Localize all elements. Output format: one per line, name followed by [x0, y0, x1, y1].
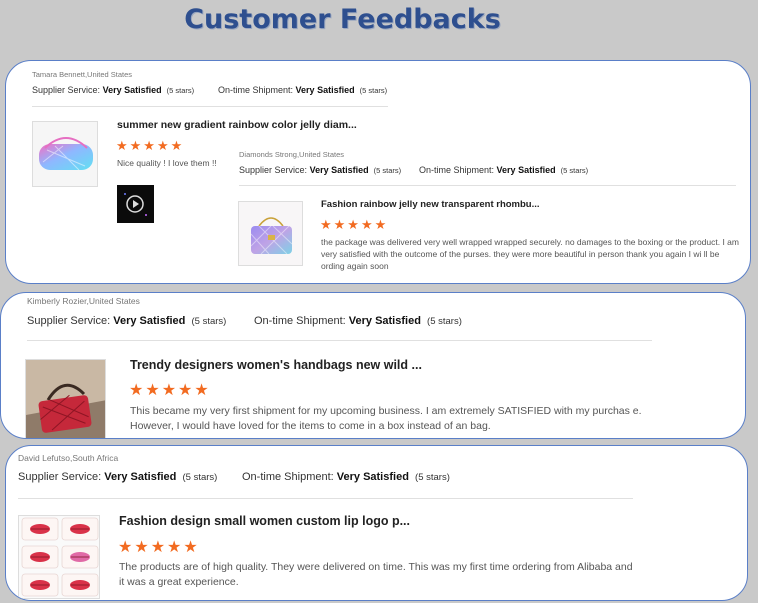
- star-rating: ★★★★★: [320, 217, 389, 232]
- divider: [239, 185, 736, 186]
- shipment-rating: On-time Shipment: Very Satisfied (5 star…: [254, 315, 462, 327]
- divider: [27, 340, 652, 341]
- shipment-rating: On-time Shipment: Very Satisfied (5 star…: [242, 471, 450, 483]
- shipment-rating: On-time Shipment: Very Satisfied (5 star…: [419, 165, 589, 175]
- supplier-rating: Supplier Service: Very Satisfied (5 star…: [32, 85, 195, 95]
- review-text: Nice quality ! I love them !!: [117, 158, 217, 168]
- shipment-rating: On-time Shipment: Very Satisfied (5 star…: [218, 85, 388, 95]
- review-card: Tamara Bennett,United States Supplier Se…: [5, 60, 751, 284]
- product-title[interactable]: Fashion rainbow jelly new transparent rh…: [321, 199, 540, 210]
- review-card: Kimberly Rozier,United States Supplier S…: [0, 292, 746, 439]
- reviewer-name: Tamara Bennett,United States: [32, 70, 133, 79]
- supplier-rating: Supplier Service: Very Satisfied (5 star…: [27, 315, 227, 327]
- reviewer-name: Diamonds Strong,United States: [239, 150, 345, 159]
- review-text: the package was delivered very well wrap…: [321, 237, 739, 271]
- reviewer-name: Kimberly Rozier,United States: [27, 296, 140, 306]
- product-title[interactable]: Fashion design small women custom lip lo…: [119, 514, 410, 528]
- divider: [32, 106, 388, 107]
- product-image[interactable]: [32, 121, 98, 187]
- supplier-rating: Supplier Service: Very Satisfied (5 star…: [18, 471, 218, 483]
- page-title: Customer Feedbacks: [184, 4, 501, 35]
- divider: [18, 498, 633, 499]
- reviewer-name: David Lefutso,South Africa: [18, 453, 119, 463]
- product-image[interactable]: [18, 515, 100, 599]
- product-image[interactable]: [238, 201, 303, 266]
- product-image[interactable]: [25, 359, 106, 438]
- product-title[interactable]: summer new gradient rainbow color jelly …: [117, 119, 357, 131]
- supplier-rating: Supplier Service: Very Satisfied (5 star…: [239, 165, 402, 175]
- star-rating: ★★★★★: [129, 382, 211, 399]
- star-rating: ★★★★★: [116, 138, 185, 153]
- review-text: The products are of high quality. They w…: [119, 561, 633, 588]
- star-rating: ★★★★★: [118, 539, 200, 556]
- product-title[interactable]: Trendy designers women's handbags new wi…: [130, 358, 422, 372]
- review-card: David Lefutso,South Africa Supplier Serv…: [5, 445, 748, 601]
- review-text: This became my very first shipment for m…: [130, 405, 642, 432]
- video-thumbnail[interactable]: [117, 185, 154, 223]
